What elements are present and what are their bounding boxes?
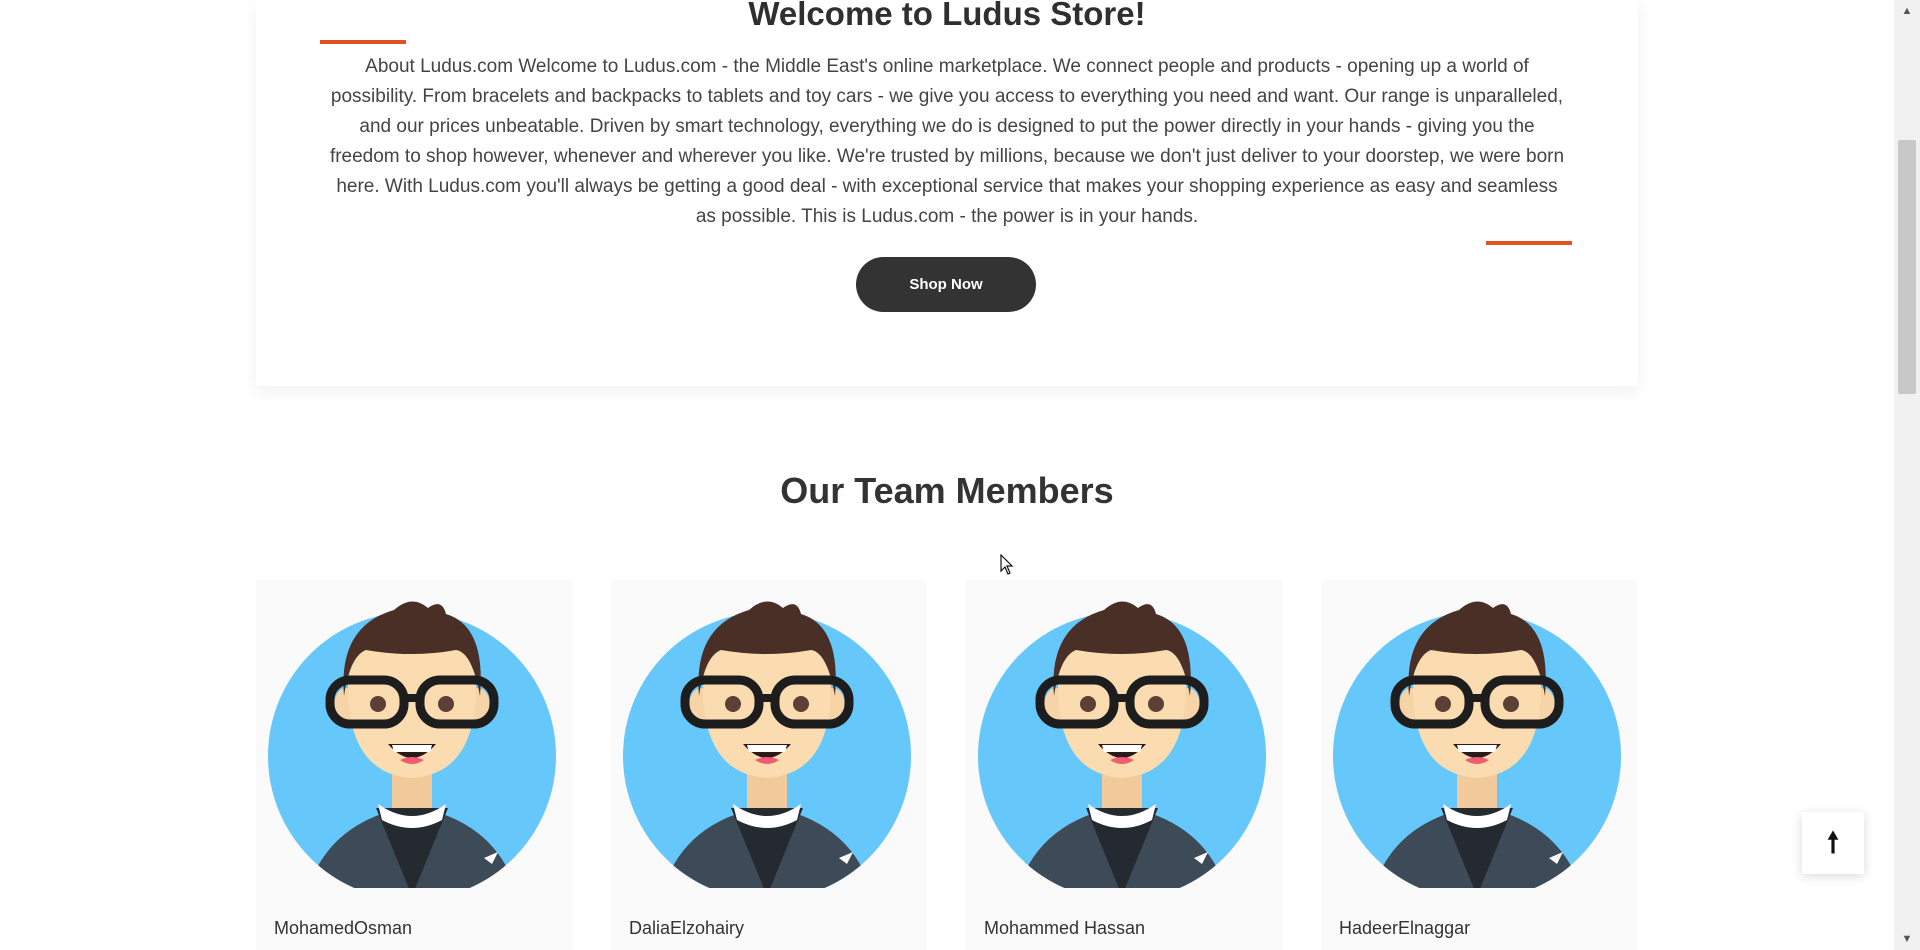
mouse-cursor-icon [1000,554,1014,575]
scroll-down-icon[interactable]: ▼ [1894,930,1920,948]
about-description: About Ludus.com Welcome to Ludus.com - t… [329,56,1565,227]
avatar-icon [1333,601,1621,888]
avatar-icon [978,601,1266,888]
member-name: HadeerElnaggar [1339,918,1471,938]
arrow-up-icon: 🠕 [1826,827,1839,858]
team-member-card[interactable]: Mohammed Hassan [966,580,1282,950]
member-name: DaliaElzohairy [629,918,745,938]
avatar-icon [623,601,911,888]
team-member-card[interactable]: DaliaElzohairy [611,580,927,950]
accent-line-top [320,40,406,44]
about-title: Welcome to Ludus Store! [748,0,1146,32]
member-name: Mohammed Hassan [984,918,1146,938]
vertical-scrollbar[interactable]: ▲ ▼ [1894,0,1920,950]
about-section: Welcome to Ludus Store! About Ludus.com … [256,0,1638,386]
avatar-icon [268,601,556,888]
team-heading: Our Team Members [780,470,1114,511]
scrollbar-thumb[interactable] [1898,140,1916,394]
accent-line-bottom [1486,241,1572,245]
back-to-top-button[interactable]: 🠕 [1802,812,1864,874]
scroll-up-icon[interactable]: ▲ [1894,2,1920,20]
team-member-card[interactable]: HadeerElnaggar [1321,580,1637,950]
team-member-card[interactable]: MohamedOsman [256,580,572,950]
member-name: MohamedOsman [274,918,413,938]
shop-now-button[interactable]: Shop Now [856,257,1036,312]
